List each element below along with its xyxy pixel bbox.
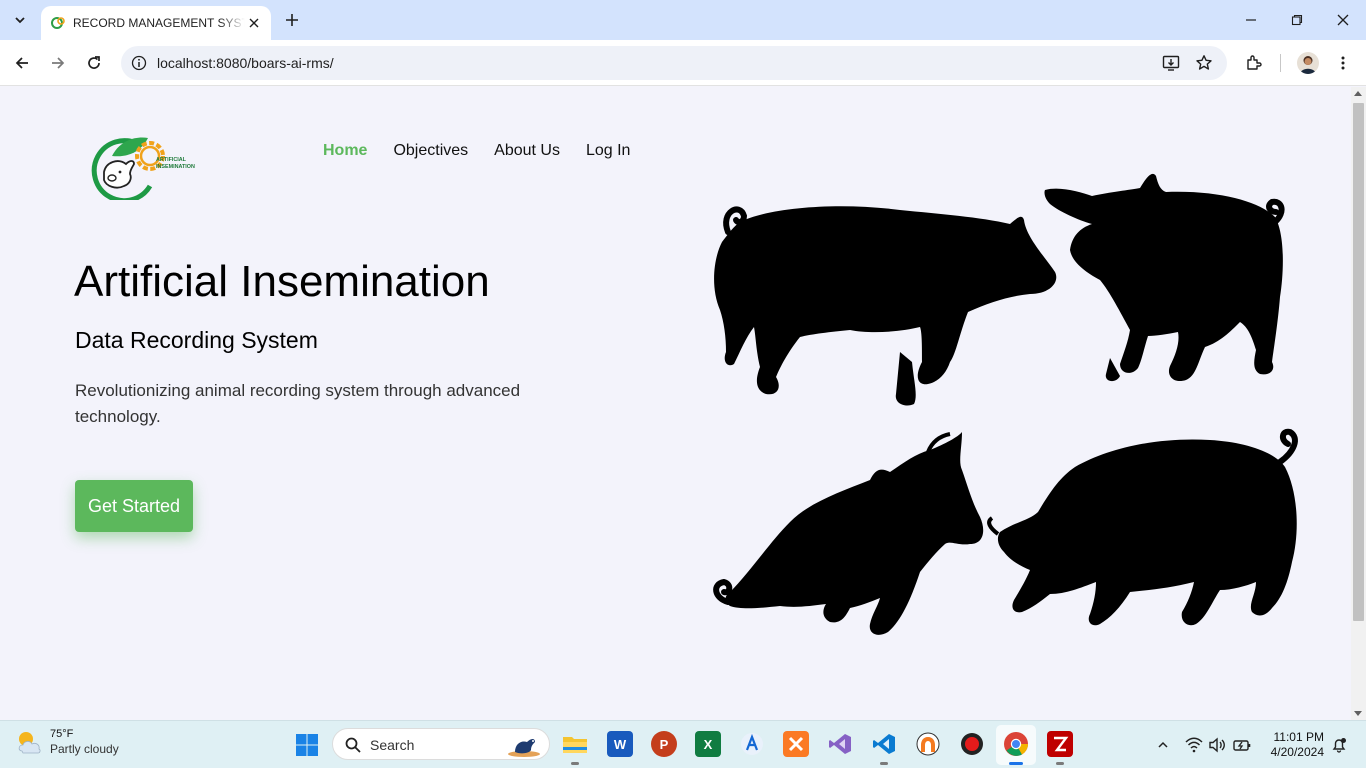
pig-standing-left <box>1044 173 1285 382</box>
filezilla-icon[interactable] <box>1047 731 1073 765</box>
hero-title: Artificial Insemination <box>74 257 490 306</box>
page-scrollbar[interactable] <box>1351 87 1366 720</box>
page-viewport: ARTIFICIAL INSEMINATION Home Objectives … <box>0 87 1351 720</box>
url-text: localhost:8080/boars-ai-rms/ <box>157 55 334 71</box>
windows-start-icon[interactable] <box>295 733 319 757</box>
chrome-icon[interactable] <box>1003 731 1029 765</box>
close-icon[interactable] <box>245 14 263 32</box>
logo-text-insemination: INSEMINATION <box>156 164 195 170</box>
scroll-down-arrow-icon[interactable] <box>1354 711 1362 716</box>
weather-desc: Partly cloudy <box>50 742 119 756</box>
main-nav: Home Objectives About Us Log In <box>323 142 630 160</box>
scroll-up-arrow-icon[interactable] <box>1354 91 1362 96</box>
vscode-icon[interactable] <box>871 731 897 765</box>
reload-icon[interactable] <box>80 49 108 77</box>
menu-kebab-icon[interactable] <box>1329 49 1357 77</box>
weather-widget[interactable]: 75°F Partly cloudy <box>14 727 119 757</box>
partly-cloudy-icon <box>18 732 41 754</box>
browser-tabstrip: RECORD MANAGEMENT SYSTEM <box>0 0 1366 40</box>
notification-bell-icon[interactable] <box>1330 736 1348 754</box>
pig-sitting-right <box>713 432 984 635</box>
xampp-icon[interactable] <box>783 731 809 757</box>
scroll-thumb[interactable] <box>1353 103 1364 621</box>
excel-icon[interactable]: X <box>695 731 721 757</box>
browser-tab[interactable]: RECORD MANAGEMENT SYSTEM <box>41 6 271 40</box>
system-clock[interactable]: 11:01 PM 4/20/2024 <box>1262 730 1324 760</box>
weather-temp: 75°F <box>50 728 74 740</box>
taskbar-search[interactable]: Search <box>332 728 550 760</box>
bookmark-star-icon[interactable] <box>1194 53 1214 73</box>
windows-taskbar: 75°F Partly cloudy Search W P X 11:01 PM… <box>0 720 1366 768</box>
restore-icon[interactable] <box>1274 0 1320 40</box>
get-started-button[interactable]: Get Started <box>75 480 193 532</box>
file-explorer-icon[interactable] <box>562 731 588 765</box>
back-icon[interactable] <box>8 49 36 77</box>
word-icon[interactable]: W <box>607 731 633 757</box>
minimize-icon[interactable] <box>1228 0 1274 40</box>
tab-title: RECORD MANAGEMENT SYSTEM <box>73 16 245 30</box>
visual-studio-icon[interactable] <box>827 731 853 757</box>
tab-search-icon[interactable] <box>7 7 33 33</box>
hero-subtitle: Data Recording System <box>75 327 318 353</box>
ai-logo-favicon <box>51 17 65 29</box>
nav-about-us[interactable]: About Us <box>494 142 560 160</box>
pig-standing-right <box>714 206 1057 406</box>
nav-log-in[interactable]: Log In <box>586 142 630 160</box>
nav-objectives[interactable]: Objectives <box>393 142 468 160</box>
install-app-icon[interactable] <box>1161 53 1181 73</box>
site-info-icon[interactable] <box>131 55 147 71</box>
powerpoint-icon[interactable]: P <box>651 731 677 757</box>
extensions-icon[interactable] <box>1240 49 1268 77</box>
forward-icon[interactable] <box>44 49 72 77</box>
battery-charging-icon[interactable] <box>1233 736 1251 754</box>
pig-silhouettes-illustration <box>713 173 1298 635</box>
hero-description: Revolutionizing animal recording system … <box>75 381 521 426</box>
clock-date: 4/20/2024 <box>1270 745 1324 759</box>
window-close-icon[interactable] <box>1320 0 1366 40</box>
taskbar-search-placeholder: Search <box>370 737 415 753</box>
chevron-up-icon[interactable] <box>1154 736 1172 754</box>
profile-avatar[interactable] <box>1297 52 1319 74</box>
site-logo[interactable]: ARTIFICIAL INSEMINATION <box>90 134 200 200</box>
search-highlight-bird-icon <box>508 739 540 757</box>
browser-toolbar: localhost:8080/boars-ai-rms/ <box>0 40 1366 86</box>
wifi-icon[interactable] <box>1185 736 1203 754</box>
clock-time: 11:01 PM <box>1273 730 1324 744</box>
logo-text-artificial: ARTIFICIAL <box>156 157 187 163</box>
volume-icon[interactable] <box>1208 736 1226 754</box>
address-bar[interactable]: localhost:8080/boars-ai-rms/ <box>121 46 1227 80</box>
scrcpy-app-icon[interactable] <box>915 731 941 757</box>
nav-home[interactable]: Home <box>323 142 367 160</box>
obs-record-icon[interactable] <box>959 731 985 757</box>
pig-walking-left <box>987 428 1298 626</box>
search-icon <box>345 737 361 753</box>
app-installer-icon[interactable] <box>739 731 765 757</box>
toolbar-divider <box>1280 54 1281 72</box>
new-tab-icon[interactable] <box>281 9 303 31</box>
